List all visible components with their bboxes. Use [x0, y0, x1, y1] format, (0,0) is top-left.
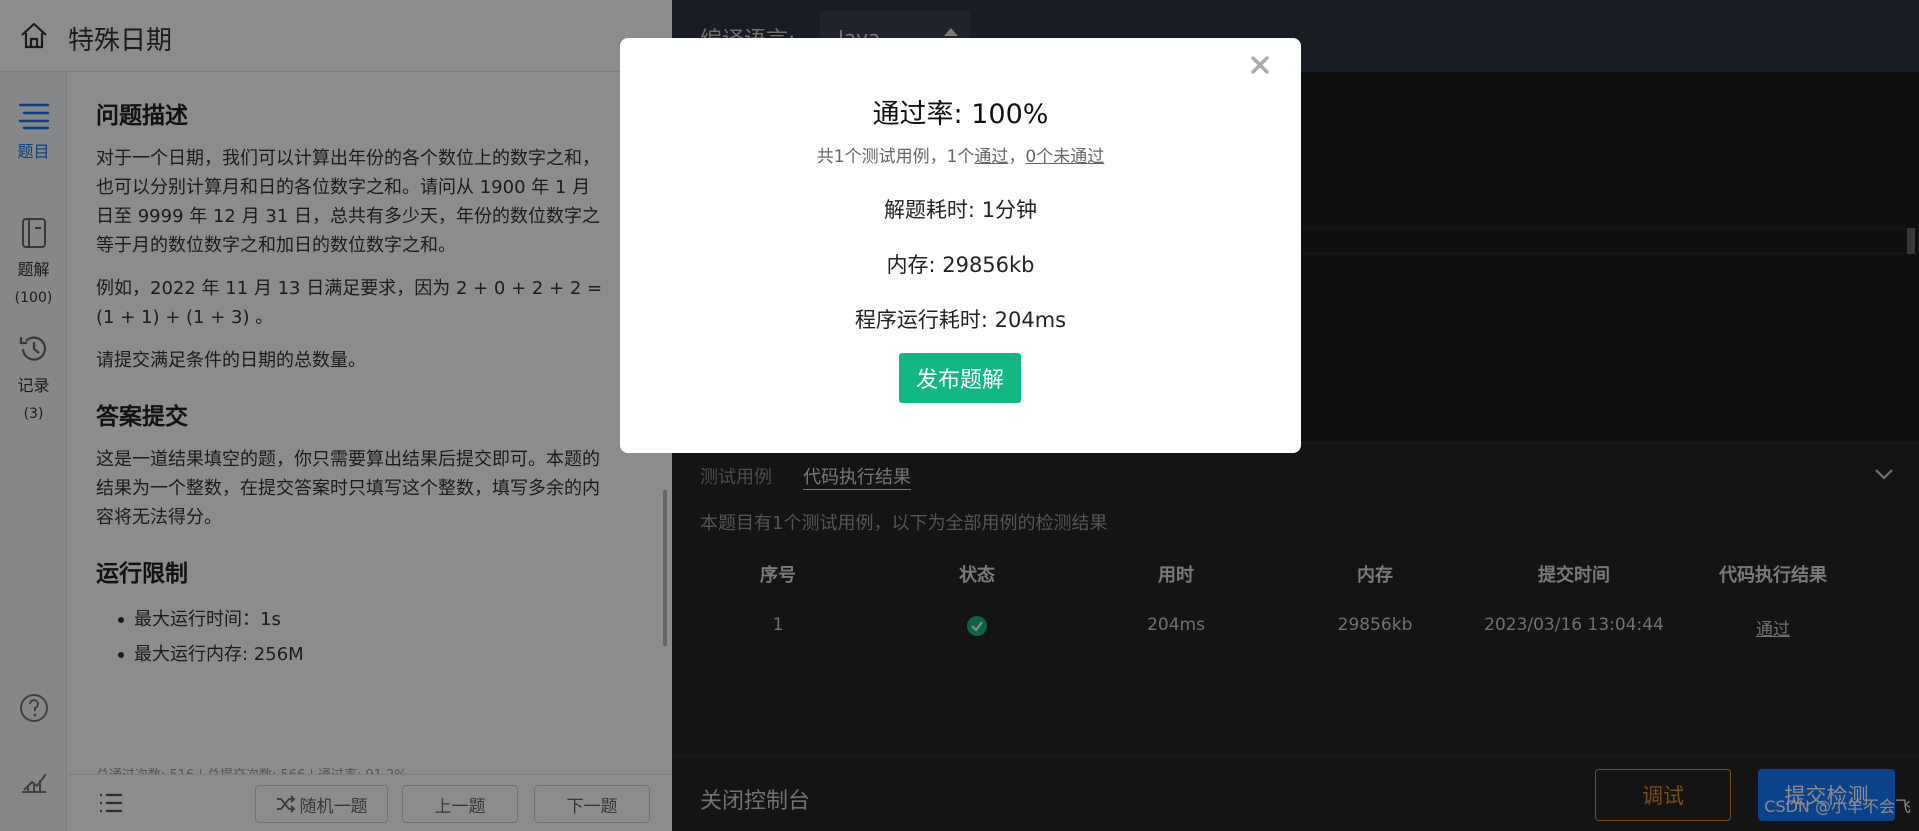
summary-passed: 通过 [974, 147, 1009, 167]
pass-rate: 通过率: 100% [872, 99, 1049, 130]
summary-failed: 0个未通过 [1025, 147, 1105, 167]
solve-time: 解题耗时: 1分钟 [883, 198, 1038, 222]
result-modal: 通过率: 100% 共1个测试用例，1个通过，0个未通过 解题耗时: 1分钟 内… [620, 38, 1301, 453]
run-time: 程序运行耗时: 204ms [854, 308, 1067, 332]
memory-usage: 内存: 29856kb [886, 253, 1035, 277]
test-summary: 共1个测试用例，1个通过，0个未通过 [620, 142, 1301, 167]
summary-sep: ， [1008, 147, 1026, 167]
publish-solution-button[interactable]: 发布题解 [899, 353, 1021, 403]
close-icon[interactable] [1247, 52, 1273, 78]
summary-prefix: 共1个测试用例，1个 [816, 147, 975, 167]
